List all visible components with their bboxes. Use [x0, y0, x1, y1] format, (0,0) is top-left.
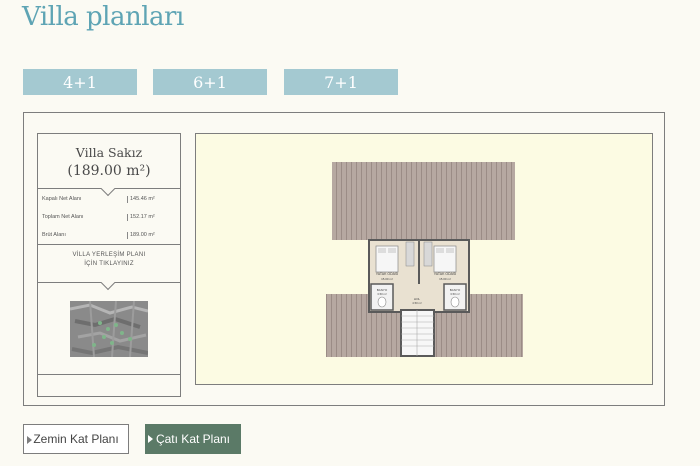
- tab-6-1[interactable]: 6+1: [153, 69, 267, 95]
- room-label: YATAK ODASI: [376, 272, 399, 276]
- room-area: 3.50 m²: [450, 292, 460, 296]
- divider: [38, 244, 180, 245]
- room-area: 4.50 m²: [412, 301, 422, 305]
- site-map-thumbnail[interactable]: [70, 301, 148, 357]
- villa-layout-link[interactable]: VİLLA YERLEŞİM PLANI İÇİN TIKLAYINIZ: [38, 251, 180, 269]
- divider: [38, 374, 180, 375]
- tab-7-1[interactable]: 7+1: [284, 69, 398, 95]
- layout-link-line1: VİLLA YERLEŞİM PLANI: [72, 252, 146, 258]
- layout-link-line2: İÇİN TIKLAYINIZ: [84, 261, 134, 267]
- roof-top: [332, 162, 515, 240]
- page-title: Villa planları: [22, 2, 184, 32]
- area-row-gross: Brüt Alanı 189.00 m²: [42, 230, 176, 242]
- play-arrow-icon: [148, 435, 153, 443]
- ground-floor-plan-button[interactable]: Zemin Kat Planı: [23, 424, 129, 454]
- room-area: 15.00 m²: [381, 277, 393, 281]
- floor-plan-drawing: YATAK ODASI 15.00 m² YATAK ODASI 15.00 m…: [326, 162, 523, 357]
- floor-plan-area: YATAK ODASI 15.00 m² YATAK ODASI 15.00 m…: [195, 133, 653, 385]
- area-row-total-net: Toplam Net Alanı 152.17 m²: [42, 212, 176, 224]
- room-area: 3.50 m²: [377, 292, 387, 296]
- area-label: Toplam Net Alanı: [42, 214, 84, 220]
- room-area: 15.00 m²: [439, 277, 451, 281]
- play-arrow-icon: [27, 436, 32, 444]
- villa-size: (189.00 m²): [67, 163, 151, 179]
- room-label: YATAK ODASI: [434, 272, 457, 276]
- area-value: 189.00 m²: [127, 232, 155, 239]
- area-label: Brüt Alanı: [42, 232, 66, 238]
- villa-name: Villa Sakız: [75, 145, 143, 160]
- divider-notch: [100, 275, 116, 291]
- area-row-closed-net: Kapalı Net Alanı 145.46 m²: [42, 194, 176, 206]
- roof-floor-label: Çatı Kat Planı: [155, 432, 231, 446]
- area-value: 152.17 m²: [127, 214, 155, 221]
- roof-floor-plan-button[interactable]: Çatı Kat Planı: [145, 424, 241, 454]
- villa-info-panel: Villa Sakız (189.00 m²) Kapalı Net Alanı…: [37, 133, 181, 397]
- tab-4-1[interactable]: 4+1: [23, 69, 137, 95]
- ground-floor-label: Zemin Kat Planı: [33, 432, 119, 446]
- area-label: Kapalı Net Alanı: [42, 196, 82, 202]
- area-value: 145.46 m²: [127, 196, 155, 203]
